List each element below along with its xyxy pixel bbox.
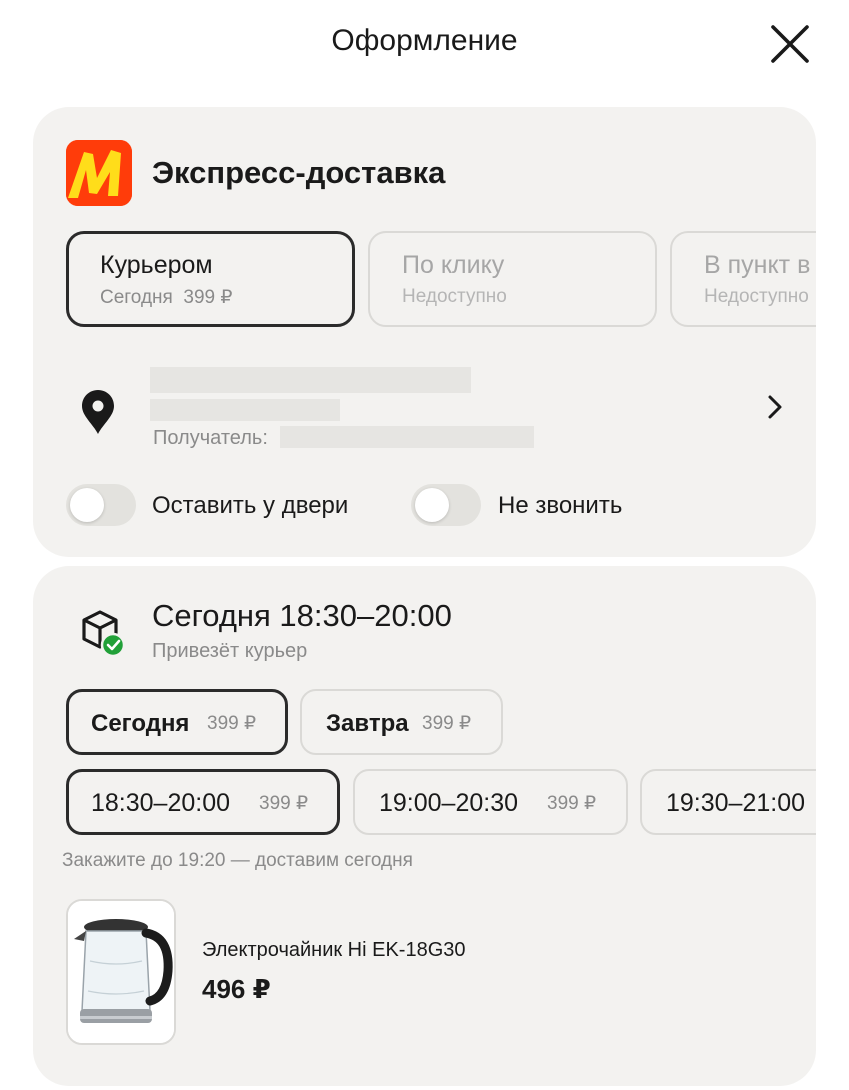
- day-chip-tomorrow[interactable]: Завтра 399 ₽: [300, 689, 503, 755]
- toggle-knob: [415, 488, 449, 522]
- close-icon: [771, 25, 809, 63]
- order-deadline-note: Закажите до 19:20 — доставим сегодня: [62, 850, 413, 871]
- address-line-redacted: [150, 367, 471, 393]
- delivery-option-title: В пункт в: [704, 251, 811, 279]
- product-thumbnail[interactable]: [66, 899, 176, 1045]
- leave-at-door-label: Оставить у двери: [152, 492, 349, 519]
- day-chip-label: Сегодня: [91, 710, 190, 737]
- page-title: Оформление: [331, 24, 518, 57]
- recipient-label: Получатель:: [153, 427, 268, 449]
- product-name[interactable]: Электрочайник Hi EK-18G30: [202, 939, 466, 962]
- recipient-name-redacted: [280, 426, 534, 448]
- delivery-option-courier[interactable]: Курьером Сегодня 399 ₽: [66, 231, 355, 327]
- product-price: 496 ₽: [202, 974, 271, 1004]
- time-chip-label: 19:00–20:30: [379, 789, 519, 817]
- time-chip-price: 399 ₽: [547, 793, 597, 814]
- delivery-option-click[interactable]: По клику Недоступно: [368, 231, 657, 327]
- delivery-option-title: Курьером: [100, 251, 213, 279]
- slot-subtitle: Привезёт курьер: [152, 640, 308, 662]
- leave-at-door-toggle[interactable]: [66, 484, 136, 526]
- address-row[interactable]: Получатель:: [33, 357, 816, 449]
- time-chip-1830[interactable]: 18:30–20:00 399 ₽: [66, 769, 340, 835]
- time-chip-price: 399 ₽: [259, 793, 309, 814]
- close-button[interactable]: [768, 22, 812, 66]
- delivery-option-subtitle: Недоступно: [704, 286, 809, 307]
- delivery-option-subtitle: Недоступно: [402, 286, 507, 307]
- time-chip-1930[interactable]: 19:30–21:00: [640, 769, 816, 835]
- day-chip-price: 399 ₽: [422, 713, 472, 734]
- day-chip-price: 399 ₽: [207, 713, 257, 734]
- delivery-card: Экспресс-доставка Курьером Сегодня 399 ₽…: [33, 107, 816, 557]
- do-not-call-toggle[interactable]: [411, 484, 481, 526]
- location-pin-icon: [82, 390, 114, 434]
- day-chip-label: Завтра: [326, 710, 409, 737]
- day-chip-today[interactable]: Сегодня 399 ₽: [66, 689, 288, 755]
- delivery-option-title: По клику: [402, 251, 505, 279]
- kettle-image: [68, 901, 174, 1043]
- time-chip-1900[interactable]: 19:00–20:30 399 ₽: [353, 769, 628, 835]
- address-detail-redacted: [150, 399, 340, 421]
- do-not-call-label: Не звонить: [498, 492, 623, 519]
- time-chip-label: 18:30–20:00: [91, 789, 231, 817]
- chevron-right-icon: [768, 395, 782, 419]
- delivery-option-pickup-point[interactable]: В пункт в Недоступно: [670, 231, 816, 327]
- toggle-knob: [70, 488, 104, 522]
- market-logo-icon: [66, 140, 132, 206]
- delivery-slot-card: Сегодня 18:30–20:00 Привезёт курьер Сего…: [33, 566, 816, 1086]
- time-chip-label: 19:30–21:00: [666, 789, 806, 817]
- delivery-option-subtitle: Сегодня 399 ₽: [100, 287, 233, 308]
- package-check-icon: [82, 610, 126, 658]
- slot-title: Сегодня 18:30–20:00: [152, 598, 452, 633]
- section-title: Экспресс-доставка: [152, 155, 446, 190]
